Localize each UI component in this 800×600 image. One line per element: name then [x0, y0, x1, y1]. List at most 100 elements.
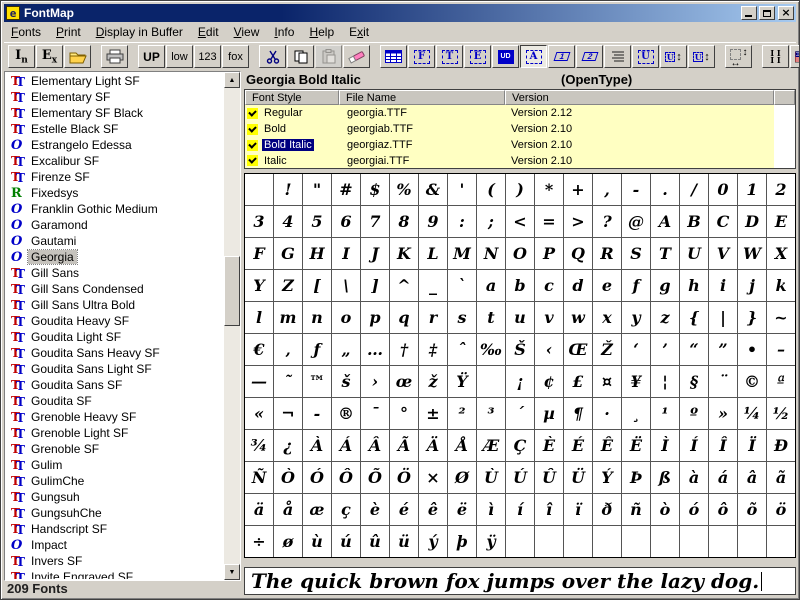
glyph-cell[interactable]: A: [651, 206, 679, 237]
menu-item-edit[interactable]: Edit: [191, 23, 227, 41]
glyph-cell[interactable]: [680, 526, 708, 557]
glyph-cell[interactable]: è: [361, 494, 389, 525]
glyph-cell[interactable]: [738, 526, 766, 557]
glyph-cell[interactable]: =: [535, 206, 563, 237]
glyph-cell[interactable]: [767, 526, 795, 557]
glyph-cell[interactable]: G: [274, 238, 302, 269]
glyph-cell[interactable]: Þ: [622, 462, 650, 493]
glyph-cell[interactable]: [506, 526, 534, 557]
preview-buffer[interactable]: The quick brown fox jumps over the lazy …: [244, 567, 796, 595]
glyph-cell[interactable]: î: [535, 494, 563, 525]
style-name[interactable]: Regular: [262, 107, 305, 119]
glyph-cell[interactable]: s: [448, 302, 476, 333]
glyph-cell[interactable]: õ: [738, 494, 766, 525]
glyph-cell[interactable]: Ò: [274, 462, 302, 493]
glyph-cell[interactable]: W: [738, 238, 766, 269]
glyph-cell[interactable]: J: [361, 238, 389, 269]
glyph-cell[interactable]: f: [622, 270, 650, 301]
font-list-item[interactable]: TTGill Sans Ultra Bold: [6, 297, 224, 313]
glyph-cell[interactable]: ’: [651, 334, 679, 365]
glyph-cell[interactable]: $: [361, 174, 389, 205]
glyph-cell[interactable]: Œ: [564, 334, 592, 365]
scrollbar-thumb[interactable]: [224, 256, 240, 326]
glyph-cell[interactable]: ÷: [245, 526, 273, 557]
glyph-cell[interactable]: <: [506, 206, 534, 237]
glyph-cell[interactable]: þ: [448, 526, 476, 557]
glyph-cell[interactable]: [622, 526, 650, 557]
glyph-cell[interactable]: [593, 526, 621, 557]
glyph-cell[interactable]: ý: [419, 526, 447, 557]
menu-item-exit[interactable]: Exit: [342, 23, 377, 41]
glyph-cell[interactable]: D: [738, 206, 766, 237]
font-list-item[interactable]: TTGrenoble Light SF: [6, 425, 224, 441]
column-header-font-style[interactable]: Font Style: [245, 90, 339, 105]
glyph-cell[interactable]: ž: [419, 366, 447, 397]
print-button[interactable]: [101, 45, 128, 68]
glyph-cell[interactable]: K: [390, 238, 418, 269]
glyph-cell[interactable]: ¤: [593, 366, 621, 397]
glyph-cell[interactable]: ä: [245, 494, 273, 525]
glyph-cell[interactable]: 2: [767, 174, 795, 205]
glyph-cell[interactable]: ): [506, 174, 534, 205]
glyph-cell[interactable]: é: [390, 494, 418, 525]
glyph-cell[interactable]: ]: [361, 270, 389, 301]
glyph-cell[interactable]: -: [303, 398, 331, 429]
glyph-cell[interactable]: e: [593, 270, 621, 301]
menu-item-info[interactable]: Info: [267, 23, 302, 41]
glyph-cell[interactable]: Ñ: [245, 462, 273, 493]
glyph-cell[interactable]: #: [332, 174, 360, 205]
glyph-cell[interactable]: ô: [709, 494, 737, 525]
view-t-button[interactable]: T: [436, 45, 463, 68]
glyph-cell[interactable]: ·: [593, 398, 621, 429]
glyph-cell[interactable]: ‰: [477, 334, 505, 365]
view-f-button[interactable]: F: [408, 45, 435, 68]
menu-item-display-in-buffer[interactable]: Display in Buffer: [89, 23, 191, 41]
glyph-cell[interactable]: b: [506, 270, 534, 301]
language-flag-button[interactable]: [790, 45, 800, 68]
glyph-cell[interactable]: ç: [332, 494, 360, 525]
glyph-cell[interactable]: Z: [274, 270, 302, 301]
digits-button[interactable]: 123: [194, 45, 221, 68]
glyph-cell[interactable]: *: [535, 174, 563, 205]
glyph-cell[interactable]: g: [651, 270, 679, 301]
glyph-cell[interactable]: Í: [680, 430, 708, 461]
glyph-cell[interactable]: —: [245, 366, 273, 397]
glyph-cell[interactable]: ‹: [535, 334, 563, 365]
char-list-button[interactable]: [604, 45, 631, 68]
glyph-cell[interactable]: }: [738, 302, 766, 333]
glyph-cell[interactable]: ½: [767, 398, 795, 429]
glyph-cell[interactable]: C: [709, 206, 737, 237]
glyph-cell[interactable]: ~: [767, 302, 795, 333]
glyph-cell[interactable]: ¨: [709, 366, 737, 397]
extract-chars-button[interactable]: Ex: [36, 45, 63, 68]
glyph-cell[interactable]: z: [651, 302, 679, 333]
lowercase-button[interactable]: low: [166, 45, 193, 68]
font-list-item[interactable]: TTExcalibur SF: [6, 153, 224, 169]
scroll-down-button[interactable]: ▼: [224, 564, 240, 580]
glyph-cell[interactable]: `: [448, 270, 476, 301]
glyph-cell[interactable]: ¹: [651, 398, 679, 429]
glyph-cell[interactable]: Ê: [593, 430, 621, 461]
open-font-file-button[interactable]: [64, 45, 91, 68]
glyph-cell[interactable]: ê: [419, 494, 447, 525]
glyph-cell[interactable]: Ç: [506, 430, 534, 461]
glyph-cell[interactable]: N: [477, 238, 505, 269]
glyph-cell[interactable]: °: [390, 398, 418, 429]
glyph-cell[interactable]: -: [622, 174, 650, 205]
font-list-item[interactable]: TTElementary Light SF: [6, 73, 224, 89]
glyph-cell[interactable]: Å: [448, 430, 476, 461]
glyph-cell[interactable]: È: [535, 430, 563, 461]
font-list-item[interactable]: TTGrenoble Heavy SF: [6, 409, 224, 425]
font-list-item[interactable]: OImpact: [6, 537, 224, 553]
style-row[interactable]: Regular: [245, 105, 339, 121]
font-list-item[interactable]: TTGulimChe: [6, 473, 224, 489]
font-list-item[interactable]: TTGrenoble SF: [6, 441, 224, 457]
glyph-cell[interactable]: l: [245, 302, 273, 333]
glyph-cell[interactable]: {: [680, 302, 708, 333]
maximize-button[interactable]: [759, 6, 775, 20]
glyph-cell[interactable]: ?: [593, 206, 621, 237]
glyph-cell[interactable]: k: [767, 270, 795, 301]
glyph-cell[interactable]: (: [477, 174, 505, 205]
glyph-cell[interactable]: ‡: [419, 334, 447, 365]
glyph-cell[interactable]: /: [680, 174, 708, 205]
